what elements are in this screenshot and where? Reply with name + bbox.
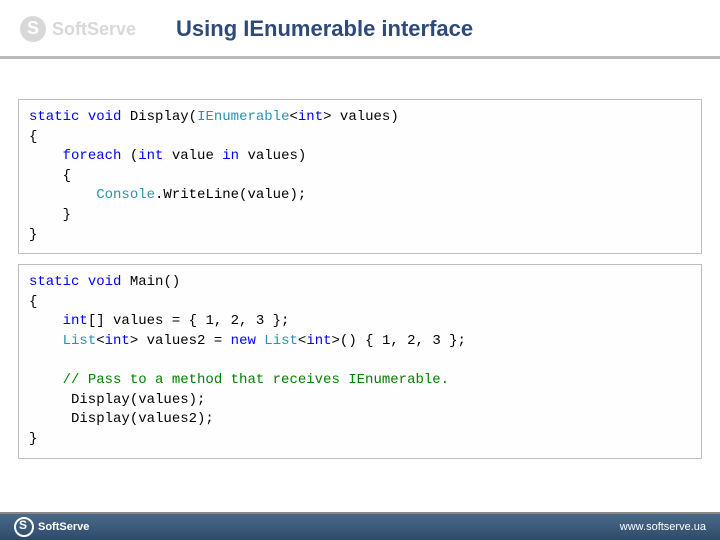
code-block-display: static void Display(IEnumerable<int> val… — [18, 99, 702, 254]
brand-logo-icon — [20, 16, 46, 42]
brand-name: SoftServe — [52, 19, 136, 40]
code-block-main: static void Main() { int[] values = { 1,… — [18, 264, 702, 458]
footer-url: www.softserve.ua — [620, 521, 706, 533]
footer-logo-icon — [14, 517, 34, 537]
header-divider — [0, 56, 720, 59]
slide-title: Using IEnumerable interface — [176, 16, 473, 42]
footer-brand: SoftServe — [14, 517, 89, 537]
slide-header: SoftServe Using IEnumerable interface — [0, 0, 720, 52]
brand-logo: SoftServe — [20, 16, 136, 42]
slide-footer: SoftServe www.softserve.ua — [0, 512, 720, 540]
footer-brand-name: SoftServe — [38, 521, 89, 533]
